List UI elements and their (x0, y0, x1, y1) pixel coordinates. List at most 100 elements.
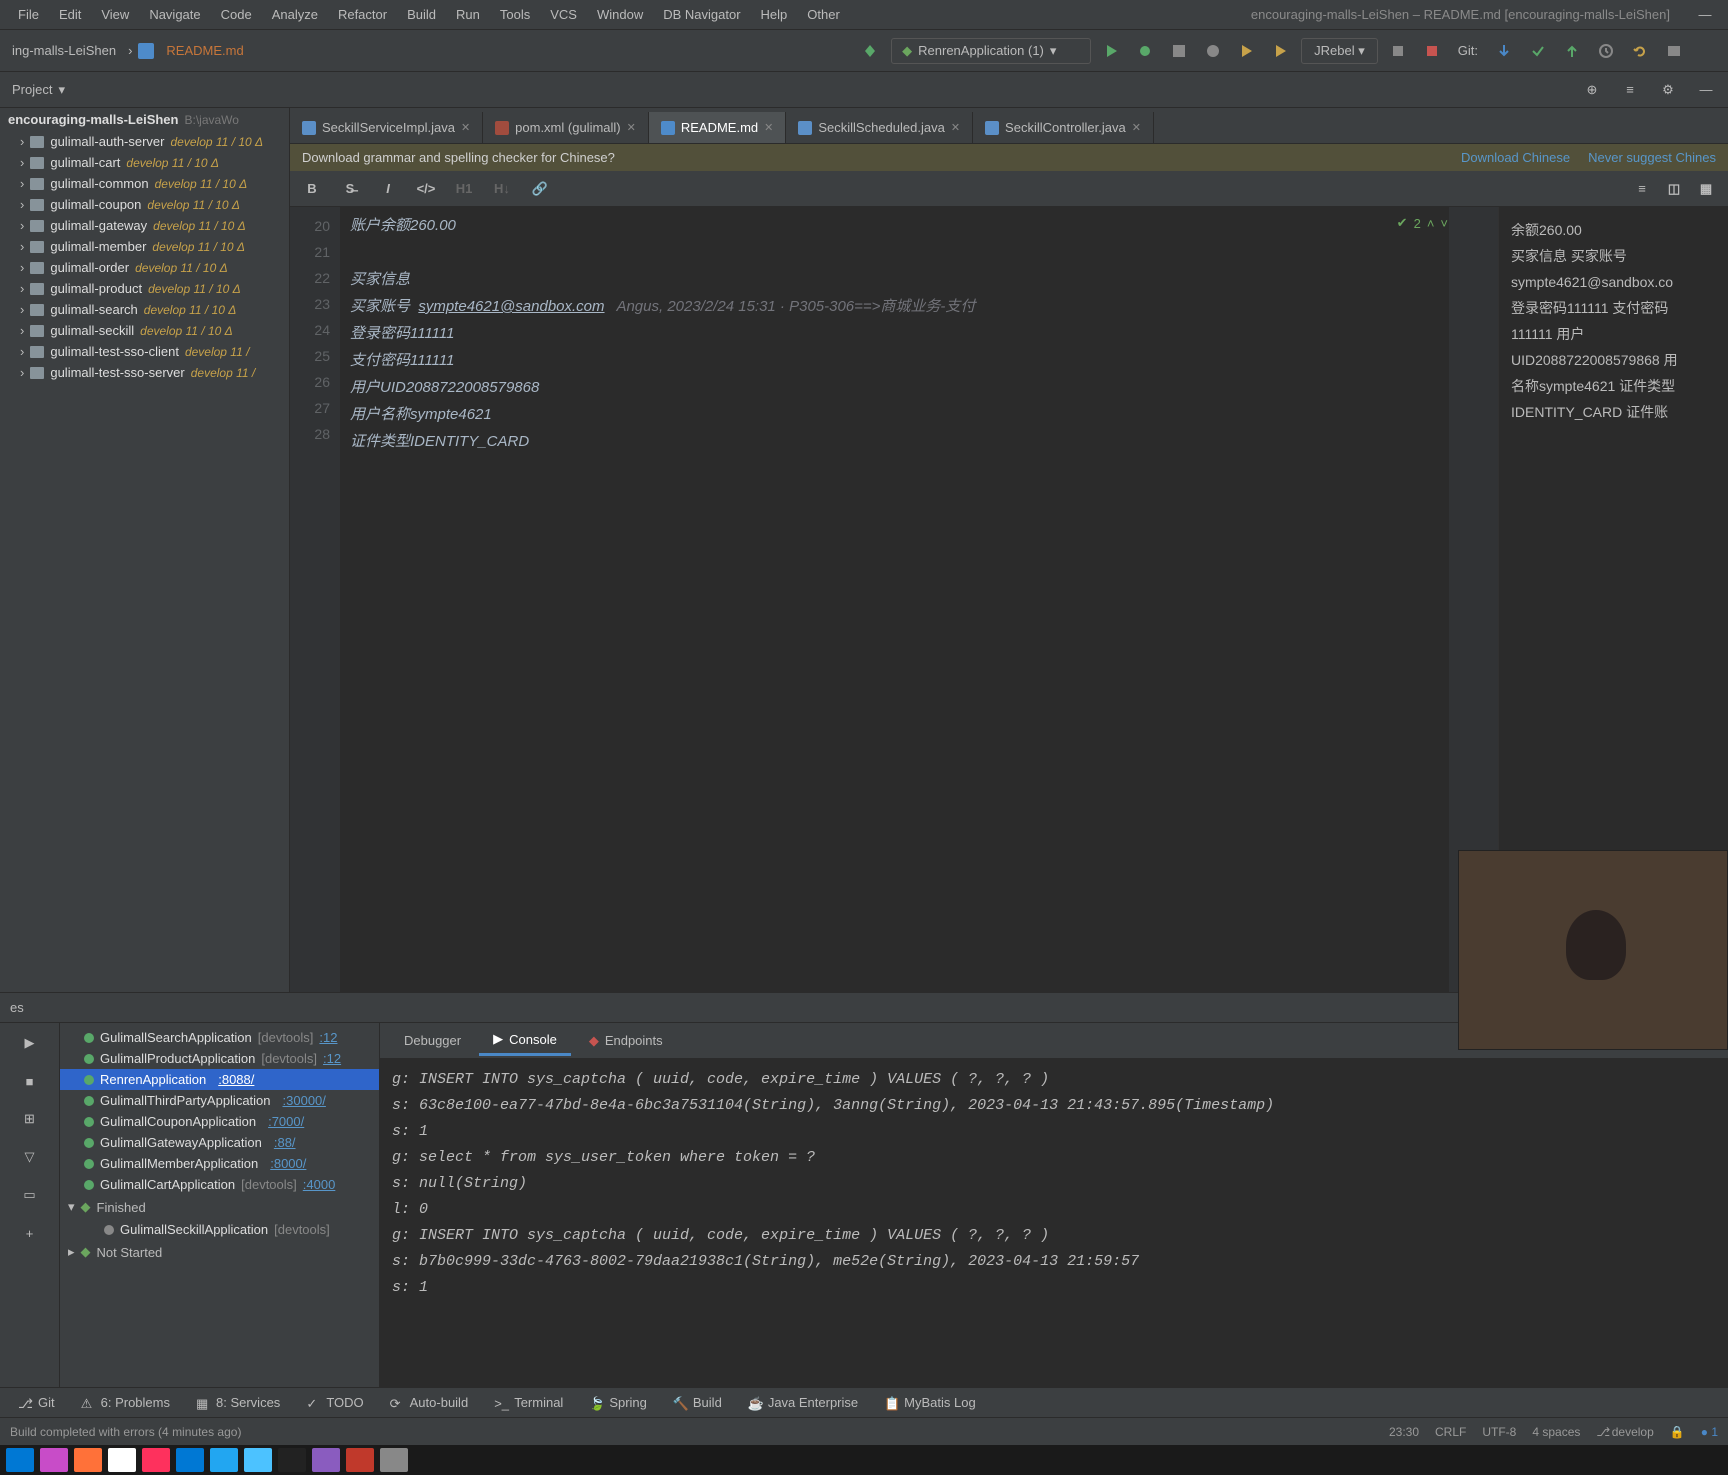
service-port[interactable]: :7000/ (268, 1114, 304, 1129)
project-view-selector[interactable]: Project ▾ (0, 82, 77, 98)
menu-analyze[interactable]: Analyze (262, 3, 328, 26)
preview-only-view-icon[interactable]: ▦ (1694, 177, 1718, 201)
service-port[interactable]: :88/ (274, 1135, 296, 1150)
editor-tab[interactable]: SeckillScheduled.java✕ (786, 112, 973, 143)
tree-item-gulimall-test-sso-server[interactable]: ›gulimall-test-sso-server develop 11 / (0, 362, 289, 383)
inspection-widget[interactable]: ✔ 2 ˄ ˅ (1397, 215, 1448, 231)
breadcrumb-project[interactable]: ing-malls-LeiShen (6, 41, 122, 60)
code-content[interactable]: 账户余额260.00 买家信息 买家账号 sympte4621@sandbox.… (340, 207, 1448, 992)
file-encoding[interactable]: UTF-8 (1482, 1425, 1516, 1439)
tool-tab[interactable]: ⟳Auto-build (380, 1392, 479, 1413)
lock-icon[interactable]: 🔒 (1670, 1425, 1685, 1439)
close-tab-icon[interactable]: ✕ (764, 121, 773, 134)
menu-build[interactable]: Build (397, 3, 446, 26)
run-config-selector[interactable]: ◆ RenrenApplication (1) ▾ (891, 38, 1091, 64)
editor-tab[interactable]: SeckillController.java✕ (973, 112, 1154, 143)
menu-other[interactable]: Other (797, 3, 850, 26)
italic-button[interactable]: I (376, 177, 400, 201)
tree-item-gulimall-member[interactable]: ›gulimall-member develop 11 / 10 Δ (0, 236, 289, 257)
tool-tab[interactable]: ▦8: Services (186, 1392, 290, 1413)
service-group[interactable]: ▸◆Not Started (60, 1240, 379, 1264)
breadcrumb-file[interactable]: README.md (160, 41, 249, 60)
vcs-update-button[interactable] (1490, 37, 1518, 65)
tree-item-gulimall-order[interactable]: ›gulimall-order develop 11 / 10 Δ (0, 257, 289, 278)
stop-service-icon[interactable]: ■ (16, 1067, 44, 1095)
service-item[interactable]: GulimallProductApplication [devtools] :1… (60, 1048, 379, 1069)
close-tab-icon[interactable]: ✕ (627, 121, 636, 134)
tree-view-icon[interactable]: ⊞ (16, 1105, 44, 1133)
link-button[interactable]: 🔗 (528, 177, 552, 201)
h1-button[interactable]: H1 (452, 177, 476, 201)
code-button[interactable]: </> (414, 177, 438, 201)
tree-item-gulimall-common[interactable]: ›gulimall-common develop 11 / 10 Δ (0, 173, 289, 194)
hide-panel-icon[interactable]: — (1692, 76, 1720, 104)
build-hammer-icon[interactable] (857, 37, 885, 65)
taskbar-intellij-icon[interactable] (142, 1448, 170, 1472)
menu-code[interactable]: Code (211, 3, 262, 26)
close-tab-icon[interactable]: ✕ (951, 121, 960, 134)
service-port[interactable]: :8000/ (270, 1156, 306, 1171)
tree-item-gulimall-search[interactable]: ›gulimall-search develop 11 / 10 Δ (0, 299, 289, 320)
menu-dbnav[interactable]: DB Navigator (653, 3, 750, 26)
editor-tab[interactable]: pom.xml (gulimall)✕ (483, 112, 649, 143)
taskbar-app-icon[interactable] (380, 1448, 408, 1472)
tree-item-gulimall-gateway[interactable]: ›gulimall-gateway develop 11 / 10 Δ (0, 215, 289, 236)
close-tab-icon[interactable]: ✕ (1132, 121, 1141, 134)
jrebel-dropdown[interactable]: JRebel ▾ (1301, 38, 1378, 64)
menu-file[interactable]: File (8, 3, 49, 26)
jrebel-debug-icon[interactable] (1267, 37, 1295, 65)
add-service-icon[interactable]: + (16, 1219, 44, 1247)
vcs-rollback-button[interactable] (1626, 37, 1654, 65)
menu-help[interactable]: Help (751, 3, 798, 26)
menu-navigate[interactable]: Navigate (139, 3, 210, 26)
console-output[interactable]: g: INSERT INTO sys_captcha ( uuid, code,… (380, 1059, 1728, 1387)
stop-button[interactable] (1384, 37, 1412, 65)
menu-view[interactable]: View (91, 3, 139, 26)
taskbar-app-icon[interactable] (312, 1448, 340, 1472)
tool-tab[interactable]: 🔨Build (663, 1392, 732, 1413)
service-group[interactable]: ▾◆Finished (60, 1195, 379, 1219)
split-view-icon[interactable]: ◫ (1662, 177, 1686, 201)
expand-all-icon[interactable]: ≡ (1616, 76, 1644, 104)
taskbar-terminal-icon[interactable] (278, 1448, 306, 1472)
code-pane[interactable]: 202122232425262728 账户余额260.00 买家信息 买家账号 … (290, 207, 1498, 992)
tree-item-gulimall-test-sso-client[interactable]: ›gulimall-test-sso-client develop 11 / (0, 341, 289, 362)
banner-download-link[interactable]: Download Chinese (1461, 150, 1570, 165)
taskbar-firefox-icon[interactable] (74, 1448, 102, 1472)
search-everywhere-icon[interactable] (1694, 37, 1722, 65)
taskbar-app-icon[interactable] (244, 1448, 272, 1472)
profile-button[interactable] (1199, 37, 1227, 65)
editor-tab[interactable]: SeckillServiceImpl.java✕ (290, 112, 483, 143)
locate-file-icon[interactable]: ⊕ (1578, 76, 1606, 104)
tree-item-gulimall-product[interactable]: ›gulimall-product develop 11 / 10 Δ (0, 278, 289, 299)
ide-settings-icon[interactable] (1660, 37, 1688, 65)
taskbar-vscode-icon[interactable] (210, 1448, 238, 1472)
menu-edit[interactable]: Edit (49, 3, 91, 26)
stop-all-button[interactable] (1418, 37, 1446, 65)
tool-tab[interactable]: ☕Java Enterprise (738, 1392, 868, 1413)
taskbar-app-icon[interactable] (40, 1448, 68, 1472)
next-highlight-icon[interactable]: ˅ (1440, 216, 1448, 231)
close-tab-icon[interactable]: ✕ (461, 121, 470, 134)
tool-tab[interactable]: >_Terminal (484, 1392, 573, 1413)
minimize-button[interactable]: — (1690, 7, 1720, 22)
tool-tab[interactable]: 🍃Spring (579, 1392, 657, 1413)
service-item[interactable]: GulimallSeckillApplication [devtools] (60, 1219, 379, 1240)
group-icon[interactable]: ▭ (16, 1181, 44, 1209)
service-item[interactable]: GulimallThirdPartyApplication :30000/ (60, 1090, 379, 1111)
background-tasks[interactable]: ● 1 (1701, 1425, 1718, 1439)
coverage-button[interactable] (1165, 37, 1193, 65)
run-service-icon[interactable]: ▶ (16, 1029, 44, 1057)
service-item[interactable]: GulimallCouponApplication :7000/ (60, 1111, 379, 1132)
tree-item-gulimall-auth-server[interactable]: ›gulimall-auth-server develop 11 / 10 Δ (0, 131, 289, 152)
tool-tab[interactable]: 📋MyBatis Log (874, 1392, 986, 1413)
editor-only-view-icon[interactable]: ≡ (1630, 177, 1654, 201)
service-port[interactable]: :30000/ (283, 1093, 326, 1108)
jrebel-run-icon[interactable] (1233, 37, 1261, 65)
prev-highlight-icon[interactable]: ˄ (1427, 216, 1435, 231)
service-port[interactable]: :12 (319, 1030, 337, 1045)
filter-icon[interactable]: ▽ (16, 1143, 44, 1171)
vcs-history-button[interactable] (1592, 37, 1620, 65)
tree-item-gulimall-seckill[interactable]: ›gulimall-seckill develop 11 / 10 Δ (0, 320, 289, 341)
project-root[interactable]: encouraging-malls-LeiShen B:\javaWo (0, 108, 289, 131)
